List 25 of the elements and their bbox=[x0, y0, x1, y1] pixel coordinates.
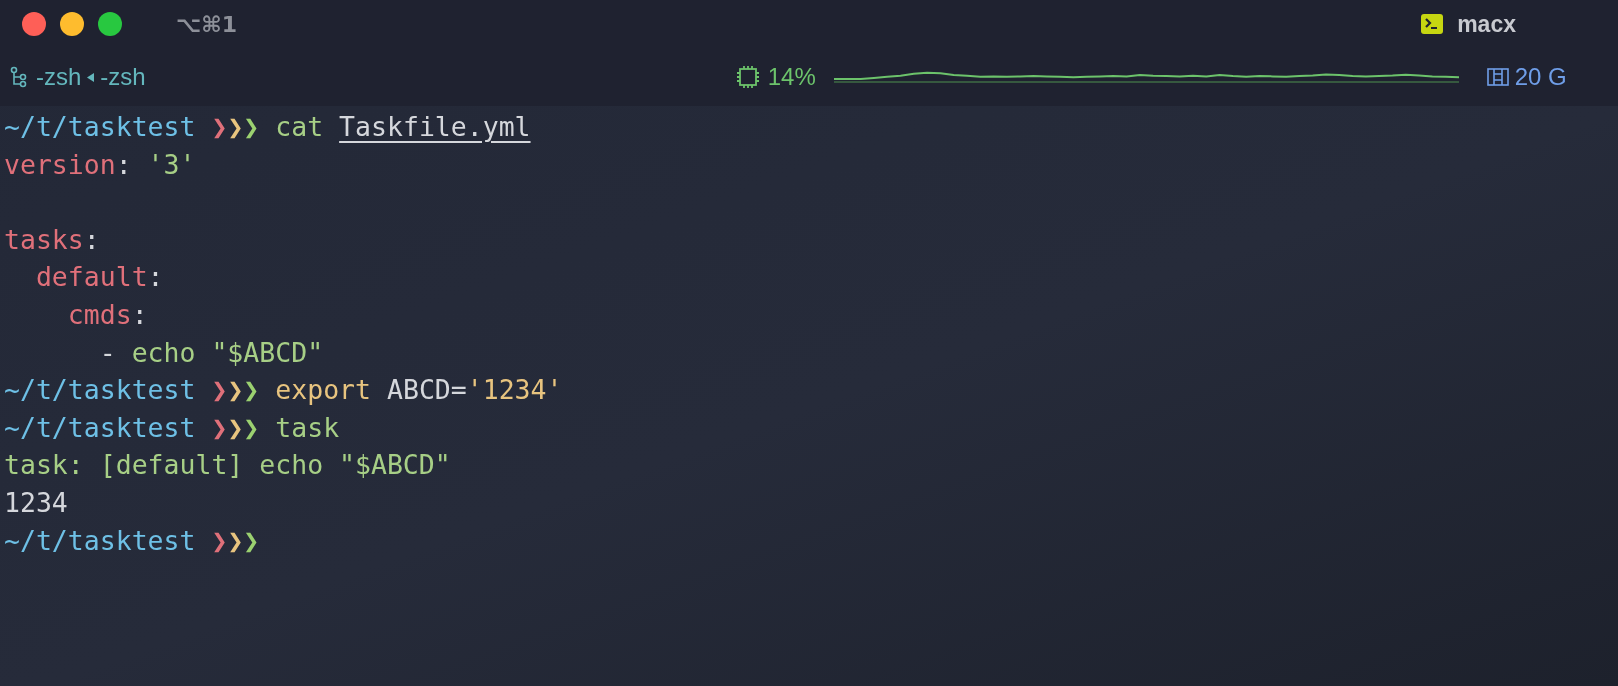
cpu-usage: 14% bbox=[767, 63, 816, 91]
memory-usage: 20 G bbox=[1514, 63, 1567, 91]
terminal-line: default: bbox=[34, 260, 165, 295]
cpu-icon bbox=[735, 65, 760, 89]
session-label: -zsh bbox=[100, 63, 146, 91]
close-button[interactable] bbox=[22, 12, 46, 36]
memory-icon bbox=[1486, 68, 1509, 86]
terminal-line: task: [default] echo "$ABCD" bbox=[4, 448, 452, 483]
branch-icon bbox=[10, 66, 28, 88]
terminal-line: ~/t/tasktest ❯❯❯ bbox=[4, 523, 261, 558]
terminal-icon bbox=[1421, 14, 1444, 34]
terminal-line: cmds: bbox=[66, 297, 149, 332]
zoom-button[interactable] bbox=[98, 12, 122, 36]
shortcut-label: ⌥⌘1 bbox=[176, 11, 238, 37]
terminal-line: 1234 bbox=[4, 485, 69, 520]
terminal-line: ~/t/tasktest ❯❯❯ cat Taskfile.yml bbox=[4, 110, 532, 144]
terminal-line: ~/t/tasktest ❯❯❯ export ABCD='1234' bbox=[4, 373, 564, 408]
minimize-button[interactable] bbox=[60, 12, 84, 36]
window-title: macx bbox=[1457, 10, 1516, 38]
session-label: -zsh bbox=[36, 63, 82, 91]
terminal-line: version: '3' bbox=[4, 147, 197, 182]
terminal-line: ~/t/tasktest ❯❯❯ task bbox=[4, 410, 341, 445]
terminal-line: - echo "$ABCD" bbox=[98, 335, 325, 370]
terminal-line: tasks: bbox=[4, 222, 101, 257]
triangle-icon bbox=[87, 72, 95, 82]
